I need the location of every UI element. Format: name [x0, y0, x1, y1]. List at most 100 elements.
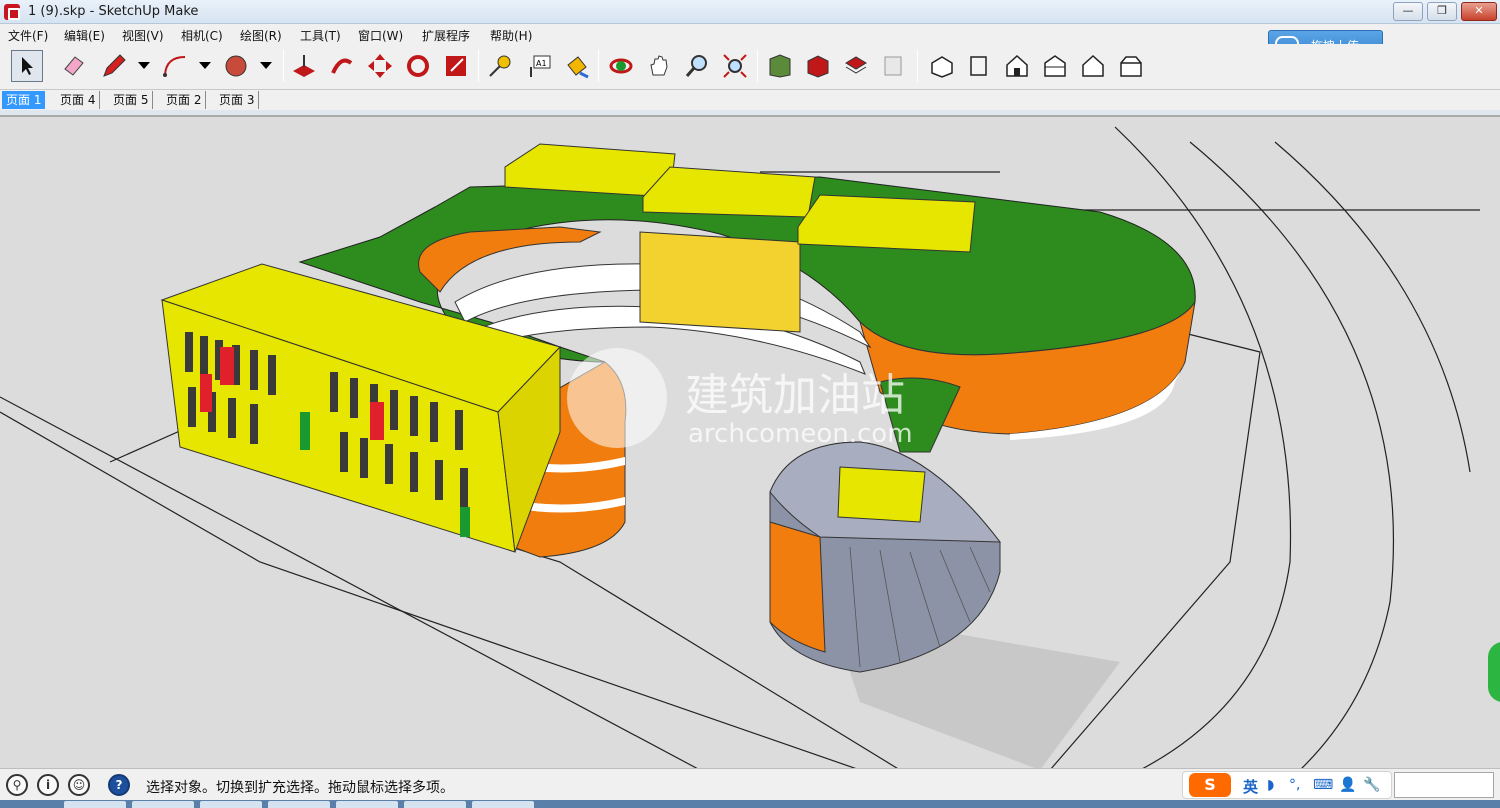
back-view-button[interactable] — [1077, 50, 1109, 82]
right-view-button[interactable] — [1039, 50, 1071, 82]
keyboard-icon[interactable]: ⌨ — [1313, 777, 1333, 793]
arc-icon — [163, 56, 186, 77]
shape-tool-button[interactable] — [220, 50, 252, 82]
paint-bucket-tool-button[interactable] — [561, 50, 593, 82]
scale-icon — [446, 56, 466, 76]
main-toolbar: A1 — [0, 44, 1500, 90]
taskbar-item[interactable] — [404, 801, 466, 808]
wrench-icon[interactable]: 🔧 — [1363, 777, 1380, 793]
arc-dropdown-icon[interactable] — [199, 62, 211, 69]
tape-measure-tool-button[interactable] — [484, 50, 516, 82]
zoom-tool-button[interactable] — [681, 50, 713, 82]
moon-icon[interactable]: ◗ — [1267, 777, 1274, 793]
share-model-button[interactable] — [802, 50, 834, 82]
menu-view[interactable]: 视图(V) — [122, 27, 164, 44]
menu-draw[interactable]: 绘图(R) — [240, 27, 282, 44]
taskbar-item[interactable] — [132, 801, 194, 808]
ime-language[interactable]: 英 — [1243, 776, 1258, 797]
zoom-extents-tool-button[interactable] — [719, 50, 751, 82]
building-model-drawing: 建筑加油站 archcomeon.com — [0, 126, 1480, 768]
pan-tool-button[interactable] — [643, 50, 675, 82]
menu-help[interactable]: 帮助(H) — [490, 27, 532, 44]
right-view-icon — [1044, 55, 1066, 77]
watermark-url: archcomeon.com — [688, 419, 913, 449]
push-pull-tool-button[interactable] — [288, 50, 320, 82]
follow-me-icon — [331, 58, 353, 74]
left-view-icon — [1120, 56, 1142, 77]
menu-edit[interactable]: 编辑(E) — [64, 27, 105, 44]
menu-tools[interactable]: 工具(T) — [300, 27, 341, 44]
menu-extensions[interactable]: 扩展程序 — [422, 27, 470, 44]
pencil-tool-button[interactable] — [98, 50, 130, 82]
help-icon[interactable]: ? — [108, 774, 130, 796]
tape-measure-icon — [489, 55, 511, 77]
close-button[interactable]: ✕ — [1461, 2, 1497, 21]
model-viewport[interactable]: 建筑加油站 archcomeon.com — [0, 115, 1500, 768]
orbit-tool-button[interactable] — [605, 50, 637, 82]
zoom-icon — [685, 55, 707, 77]
menu-camera[interactable]: 相机(C) — [181, 27, 223, 44]
user-icon[interactable]: 👤 — [1339, 777, 1356, 793]
scene-tab-4[interactable]: 页面 4 — [56, 91, 101, 109]
taskbar-item[interactable] — [472, 801, 534, 808]
arrow-cursor-icon — [22, 57, 33, 75]
taskbar-item[interactable] — [64, 801, 126, 808]
menu-window[interactable]: 窗口(W) — [358, 27, 403, 44]
punctuation-icon[interactable]: °, — [1289, 777, 1300, 793]
iso-view-button[interactable] — [926, 50, 958, 82]
user-account-icon[interactable]: ☺ — [68, 774, 90, 796]
eraser-icon — [64, 56, 84, 76]
top-view-icon — [970, 56, 987, 76]
taskbar — [0, 800, 1500, 808]
scene-tab-2[interactable]: 页面 2 — [162, 91, 207, 109]
eraser-tool-button[interactable] — [58, 50, 90, 82]
share-model-icon — [807, 55, 829, 78]
select-tool-button[interactable] — [11, 50, 43, 82]
extension-warehouse-button[interactable] — [840, 50, 872, 82]
sketchup-app-icon[interactable] — [4, 4, 20, 20]
taskbar-item[interactable] — [336, 801, 398, 808]
measurements-box[interactable] — [1394, 772, 1494, 798]
paint-bucket-icon — [567, 56, 589, 79]
taskbar-item[interactable] — [268, 801, 330, 808]
orbit-icon — [609, 58, 633, 74]
taskbar-item[interactable] — [200, 801, 262, 808]
model-warehouse-icon — [769, 54, 791, 78]
pencil-dropdown-icon[interactable] — [138, 62, 150, 69]
send-to-layout-button[interactable] — [878, 50, 910, 82]
minimize-button[interactable]: — — [1393, 2, 1423, 21]
text-label-icon: A1 — [530, 55, 551, 77]
circle-shape-icon — [225, 55, 247, 77]
move-tool-button[interactable] — [364, 50, 396, 82]
front-view-button[interactable] — [1001, 50, 1033, 82]
shape-dropdown-icon[interactable] — [260, 62, 272, 69]
back-view-icon — [1082, 54, 1104, 77]
arc-tool-button[interactable] — [159, 50, 191, 82]
svg-text:A1: A1 — [536, 59, 547, 68]
maximize-button[interactable]: ❐ — [1427, 2, 1457, 21]
scene-tab-5[interactable]: 页面 5 — [109, 91, 154, 109]
sogou-logo-icon: S — [1189, 773, 1231, 797]
send-to-layout-icon — [884, 56, 902, 76]
iso-view-icon — [931, 56, 953, 78]
ime-toolbar[interactable]: S 英 ◗ °, ⌨ 👤 🔧 — [1182, 771, 1392, 799]
extension-warehouse-icon — [845, 56, 867, 74]
scene-tab-1[interactable]: 页面 1 — [2, 91, 46, 109]
scale-tool-button[interactable] — [440, 50, 472, 82]
text-tool-button[interactable]: A1 — [523, 50, 555, 82]
move-icon — [368, 54, 392, 78]
menu-file[interactable]: 文件(F) — [8, 27, 48, 44]
title-bar: 1 (9).skp - SketchUp Make — ❐ ✕ — [0, 0, 1500, 24]
geo-location-icon[interactable]: ⚲ — [6, 774, 28, 796]
warehouse-button[interactable] — [764, 50, 796, 82]
scene-tab-3[interactable]: 页面 3 — [215, 91, 260, 109]
zoom-extents-icon — [723, 54, 747, 78]
info-icon[interactable]: i — [37, 774, 59, 796]
rotate-icon — [407, 55, 429, 77]
pencil-icon — [103, 54, 126, 77]
side-handle[interactable] — [1488, 642, 1500, 702]
follow-me-tool-button[interactable] — [326, 50, 358, 82]
top-view-button[interactable] — [963, 50, 995, 82]
left-view-button[interactable] — [1115, 50, 1147, 82]
rotate-tool-button[interactable] — [402, 50, 434, 82]
